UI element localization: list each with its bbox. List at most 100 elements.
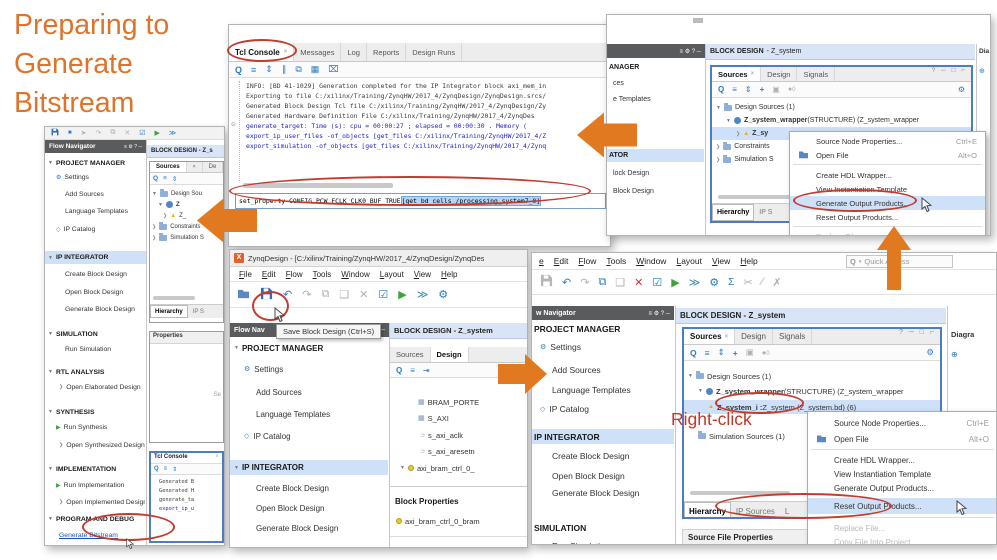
focus-icon[interactable]: ⇥: [423, 366, 430, 375]
nav-item-generate-block-design[interactable]: Generate Block Design: [230, 521, 388, 535]
menu-window[interactable]: Window: [336, 270, 374, 279]
validate-icon[interactable]: ☑: [139, 129, 145, 137]
collapse-all-icon[interactable]: ≡: [251, 65, 256, 75]
nav-item-run-implementation[interactable]: ▶ Run Implementation: [45, 479, 145, 491]
nav-item-generate-block-design[interactable]: Generate Block Design: [532, 486, 674, 500]
tree-row-wrapper[interactable]: ▼ Z_system_wrapper (STRUCTURE) (Z_system_w…: [712, 114, 971, 127]
tree-row-axi-bram-ctrl[interactable]: ▼ axi_bram_ctrl_0_: [390, 461, 527, 475]
panel-control-icons[interactable]: ? ─ □ ⌐: [932, 67, 971, 81]
nav-item-language-templates[interactable]: Language Templates: [45, 205, 145, 217]
expand-all-icon[interactable]: ⇕: [745, 85, 752, 94]
menu-help[interactable]: Help: [436, 270, 462, 279]
nav-section-project-manager[interactable]: ▼ PROJECT MANAGER: [230, 341, 388, 355]
nav-item-create-block-design[interactable]: Create Block Design: [532, 449, 674, 463]
select-icon[interactable]: ■: [68, 130, 72, 136]
tab-sources[interactable]: Sources: [390, 347, 431, 362]
tree-row-s-axi-aclk[interactable]: ⊃ s_axi_aclk: [390, 428, 527, 442]
zoom-icon[interactable]: ⊕: [979, 67, 985, 75]
pause-icon[interactable]: ∥: [282, 64, 287, 75]
nav-item-run-simulation[interactable]: Run Simulation: [532, 539, 674, 544]
menu-help[interactable]: Help: [735, 256, 762, 266]
menu-tools[interactable]: Tools: [308, 270, 337, 279]
nav-section-implementation[interactable]: ▼ IMPLEMENTATION: [45, 463, 145, 475]
undo-icon[interactable]: ↶: [562, 276, 571, 289]
nav-section-synthesis[interactable]: ▼ SYNTHESIS: [45, 406, 145, 418]
nav-item-settings[interactable]: ⚙ Settings: [45, 171, 145, 183]
menu-file-partial[interactable]: e: [534, 256, 549, 266]
tab-log[interactable]: Log: [341, 43, 367, 61]
nav-section-rtl-analysis[interactable]: ▼ RTL ANALYSIS: [45, 366, 145, 378]
run-icon[interactable]: ▶: [155, 129, 160, 137]
nav-partial-row[interactable]: e Templates: [607, 93, 704, 105]
nav-section-project-manager[interactable]: ▼ PROJECT MANAGER: [45, 157, 145, 169]
search-icon[interactable]: Q: [235, 65, 242, 75]
nav-item-open-elaborated-design[interactable]: ❯ Open Elaborated Design: [45, 381, 145, 393]
save-icon[interactable]: [540, 274, 553, 290]
expand-icon[interactable]: ⇕: [172, 175, 177, 183]
tab-ip-sources[interactable]: IP S: [754, 209, 777, 216]
nav-item-generate-block-design[interactable]: Generate Block Design: [45, 303, 145, 315]
menu-item-create-hdl-wrapper[interactable]: Create HDL Wrapper...: [790, 168, 985, 182]
menu-edit[interactable]: Edit: [257, 270, 281, 279]
menu-item-source-node-properties[interactable]: Source Node Properties... Ctrl+E: [790, 134, 985, 148]
nav-section-ip-integrator[interactable]: IP INTEGRATOR: [532, 429, 674, 444]
settings-gear-icon[interactable]: ⚙: [438, 288, 448, 301]
panel-control-icons[interactable]: ≡ ⚙ ? ─: [649, 310, 670, 317]
nav-partial-row[interactable]: ces: [607, 77, 704, 89]
search-icon[interactable]: Q: [690, 348, 697, 358]
nav-partial-row[interactable]: Block Design: [607, 185, 704, 197]
validate-icon[interactable]: ☑: [652, 276, 662, 289]
search-icon[interactable]: Q: [718, 85, 724, 94]
copy-icon[interactable]: ⧉: [598, 276, 606, 289]
menu-item-source-node-properties[interactable]: Source Node Properties... Ctrl+E: [808, 416, 996, 430]
nav-item-open-block-design[interactable]: Open Block Design: [230, 501, 388, 515]
collapse-all-icon[interactable]: ≡: [732, 85, 737, 94]
menu-window[interactable]: Window: [631, 256, 671, 266]
nav-item-ip-catalog[interactable]: ◇ IP Catalog: [532, 402, 674, 416]
tab-design[interactable]: De: [203, 162, 223, 172]
menu-tools[interactable]: Tools: [601, 256, 631, 266]
menu-item-open-file[interactable]: Open File Alt+O: [808, 432, 996, 446]
tab-sources[interactable]: Sources: [150, 162, 187, 172]
copy-icon[interactable]: ⧉: [321, 288, 329, 301]
close-icon[interactable]: ×: [187, 162, 203, 172]
disabled-icon[interactable]: ✗: [772, 276, 781, 289]
delete-icon[interactable]: ✕: [634, 276, 643, 289]
copy-icon[interactable]: ⧉: [110, 129, 115, 137]
step-icon[interactable]: ≫: [689, 276, 701, 289]
tab-signals[interactable]: Signals: [773, 329, 813, 344]
report-icon[interactable]: ▦: [311, 64, 320, 75]
collapse-icon[interactable]: ≡: [163, 175, 167, 182]
tab-sources[interactable]: Sources ×: [712, 67, 762, 81]
menu-item-open-file[interactable]: Open File Alt+O: [790, 148, 985, 162]
nav-section-simulation[interactable]: ▼ SIMULATION: [45, 328, 145, 340]
settings-gear-icon[interactable]: ⚙: [958, 85, 965, 94]
nav-item-add-sources[interactable]: Add Sources: [230, 385, 388, 399]
help-badge-icon[interactable]: ▣: [772, 85, 780, 94]
menu-edit[interactable]: Edit: [549, 256, 574, 266]
run-icon[interactable]: ▶: [671, 276, 679, 289]
nav-item-open-block-design[interactable]: Open Block Design: [532, 469, 674, 483]
close-icon[interactable]: ×: [725, 334, 729, 340]
tab-hierarchy[interactable]: Hierarchy: [712, 204, 755, 221]
menu-item-reset-output-products[interactable]: Reset Output Products...: [790, 210, 985, 224]
nav-section-ip-integrator[interactable]: ▼ IP INTEGRATOR: [45, 251, 146, 264]
collapse-all-icon[interactable]: ≡: [705, 348, 710, 358]
horizontal-scrollbar[interactable]: [153, 296, 195, 300]
expand-all-icon[interactable]: ⇕: [265, 64, 273, 75]
nav-item-create-block-design[interactable]: Create Block Design: [45, 268, 145, 280]
save-icon[interactable]: [51, 128, 59, 138]
menu-layout[interactable]: Layout: [375, 270, 409, 279]
tree-row-s-axi-aresetn[interactable]: ⊃ s_axi_aresetn: [390, 444, 527, 458]
nav-partial-row[interactable]: ANAGER: [607, 61, 704, 73]
help-badge-icon[interactable]: ▣: [746, 347, 754, 358]
tab-hierarchy[interactable]: Hierarchy: [150, 305, 188, 318]
panel-control-icons[interactable]: ≡ ⚙ ? ─: [680, 48, 701, 55]
menu-flow[interactable]: Flow: [573, 256, 601, 266]
nav-item-ip-catalog[interactable]: ◇ IP Catalog: [45, 223, 145, 235]
nav-item-open-block-design[interactable]: Open Block Design: [45, 286, 145, 298]
zoom-icon[interactable]: ⊕: [951, 350, 958, 359]
tree-row-design-sources[interactable]: ▼ Design Sources (1): [684, 369, 940, 383]
trash-icon[interactable]: ⌧: [328, 64, 338, 75]
expand-all-icon[interactable]: ⇕: [718, 347, 725, 358]
